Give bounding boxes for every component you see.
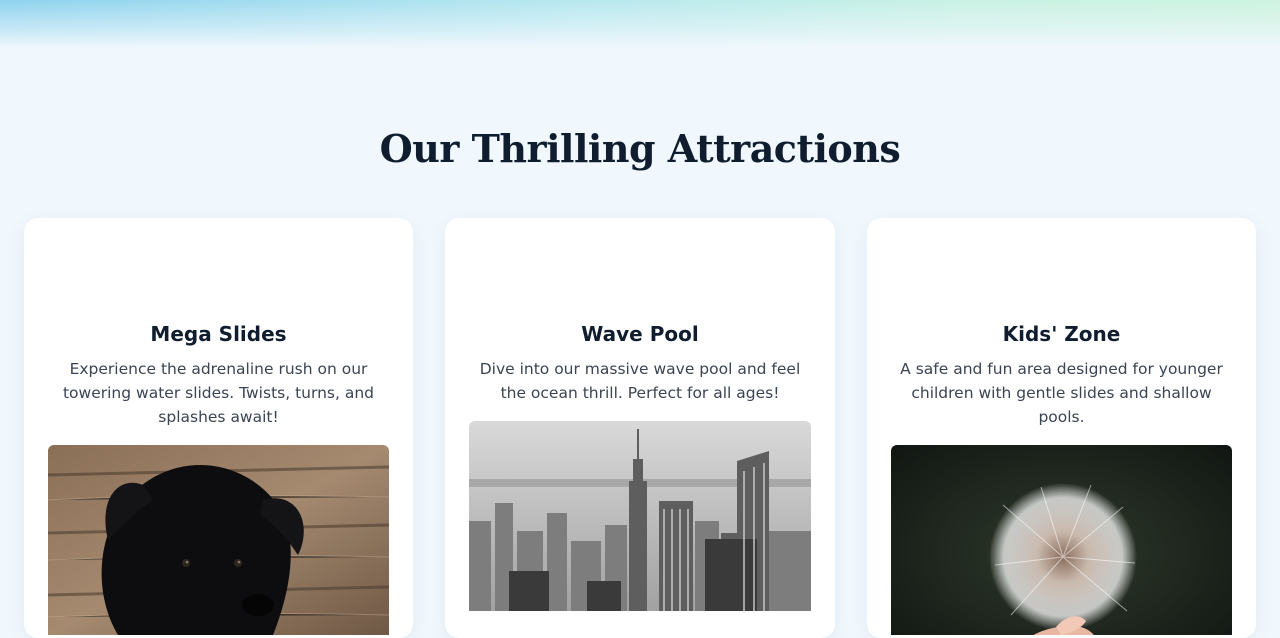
black-puppy-photo [48, 445, 389, 635]
card-description: Dive into our massive wave pool and feel… [479, 360, 801, 402]
card-description: Experience the adrenaline rush on our to… [62, 360, 374, 426]
card-icon-slot [891, 218, 1232, 306]
attraction-card-mega-slides: Mega Slides Experience the adrenaline ru… [24, 218, 413, 638]
dandelion-photo [891, 445, 1232, 635]
card-icon-slot [48, 218, 389, 306]
section-title: Our Thrilling Attractions [379, 126, 901, 171]
card-title: Mega Slides [150, 322, 287, 346]
city-skyline-photo [469, 421, 811, 611]
card-title: Kids' Zone [1002, 322, 1121, 346]
hero-gradient-band [0, 0, 1280, 48]
attraction-card-wave-pool: Wave Pool Dive into our massive wave poo… [445, 218, 835, 638]
attraction-card-kids-zone: Kids' Zone A safe and fun area designed … [867, 218, 1256, 638]
card-title: Wave Pool [581, 322, 699, 346]
card-description: A safe and fun area designed for younger… [900, 360, 1223, 426]
card-icon-slot [469, 218, 811, 306]
